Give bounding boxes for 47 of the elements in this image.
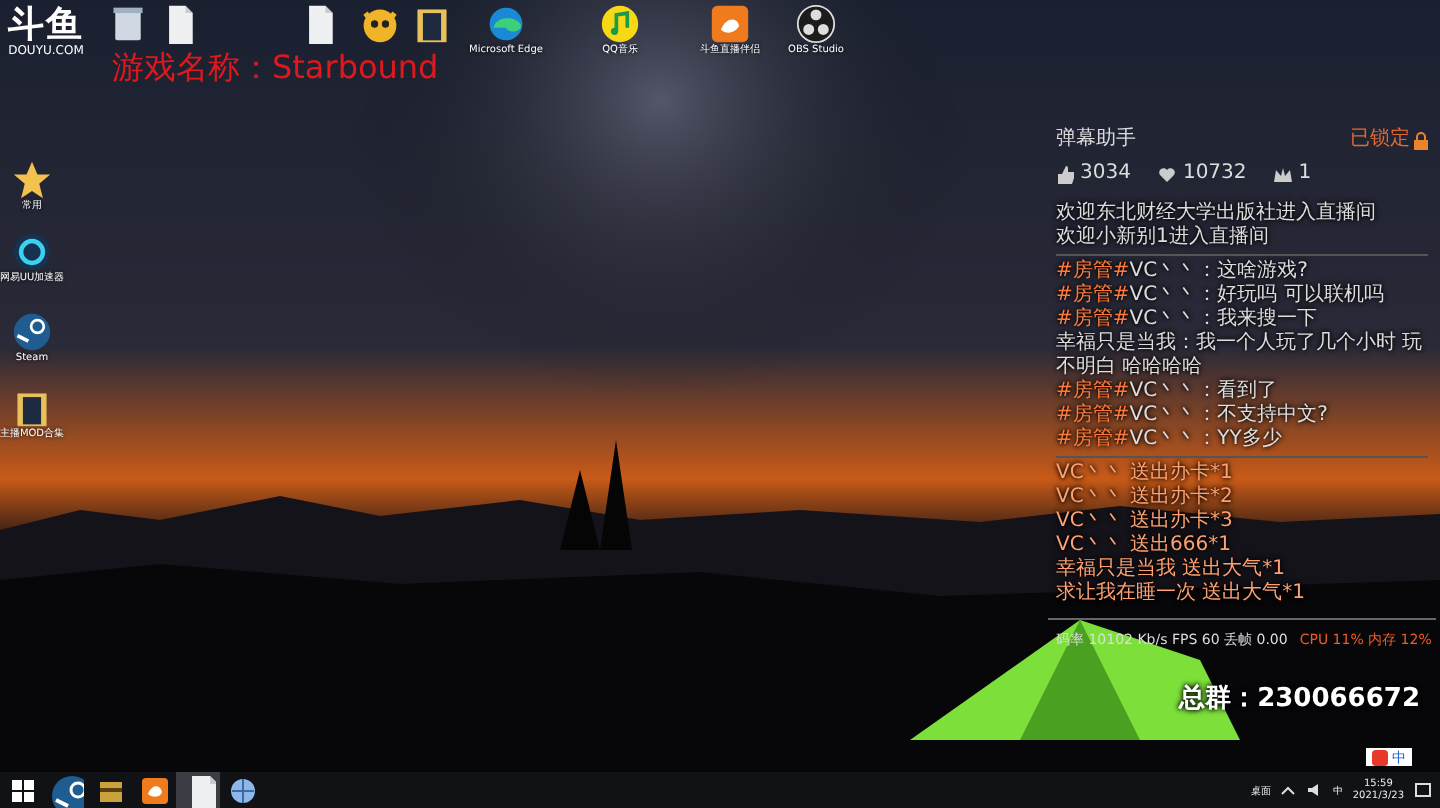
chat-message: #房管#VC丶丶：我来搜一下 [1056,308,1320,331]
chat-message: 幸福只是当我：我一个人玩了几个小时 玩不明白 哈哈哈哈 [1056,332,1425,379]
welcome-message: 欢迎东北财经大学出版社进入直播间 [1056,202,1378,225]
chat-message: #房管#VC丶丶：不支持中文? [1056,404,1330,427]
fish-app-icon [137,773,171,807]
cat-face-icon [360,4,400,44]
s-logo-icon [1372,749,1388,765]
folder-icon [12,388,52,428]
power-ring-icon [12,232,52,272]
folder-icon [412,4,452,44]
gift-message: VC丶丶 送出办卡*3 [1056,510,1235,533]
lock-icon [1414,131,1428,149]
thumb-icon [1056,165,1074,183]
star-icon [12,160,52,200]
game-title: 游戏名称：Starbound [112,48,439,90]
taskbar-app[interactable] [176,772,220,808]
gift-message: VC丶丶 送出666*1 [1056,534,1233,557]
stat-count: 1 [1298,162,1312,186]
gift-message: 幸福只是当我 送出大气*1 [1056,558,1288,581]
wave-logo-icon [486,4,526,44]
desktop-shortcut[interactable] [412,4,452,44]
chat-message: #房管#VC丶丶：这啥游戏? [1056,260,1310,283]
ring-logo-icon [796,4,836,44]
lock-status: 已锁定 [1350,128,1410,152]
chat-message: #房管#VC丶丶：YY多少 [1056,428,1284,452]
logo-text: 斗鱼 [8,8,84,44]
desktop-shortcut[interactable] [108,4,148,44]
gift-message: VC丶丶 送出办卡*1 [1056,462,1235,485]
stat-count: 10732 [1182,162,1247,186]
panel-title: 弹幕助手 [1056,128,1136,152]
chat-message: #房管#VC丶丶：看到了 [1056,380,1280,403]
speaker-icon[interactable] [1306,782,1323,798]
heart-icon [1158,165,1177,183]
stat-count: 3034 [1080,162,1131,186]
note-circle-icon [600,4,640,44]
crown-icon [1274,165,1293,183]
steam-logo-icon [49,773,83,807]
steam-logo-icon [12,312,52,352]
chevron-up-icon[interactable] [1280,784,1297,796]
chat-message: #房管#VC丶丶：好玩吗 可以联机吗 [1056,284,1386,307]
welcome-message: 欢迎小新别1进入直播间 [1056,226,1271,250]
gift-message: VC丶丶 送出办卡*2 [1056,486,1235,509]
notification-icon[interactable] [1414,781,1432,799]
gift-message: 求让我在睡一次 送出大气*1 [1056,582,1308,606]
globe-icon [225,773,259,807]
desktop-shortcut[interactable] [360,4,400,44]
bin-icon [108,4,148,44]
